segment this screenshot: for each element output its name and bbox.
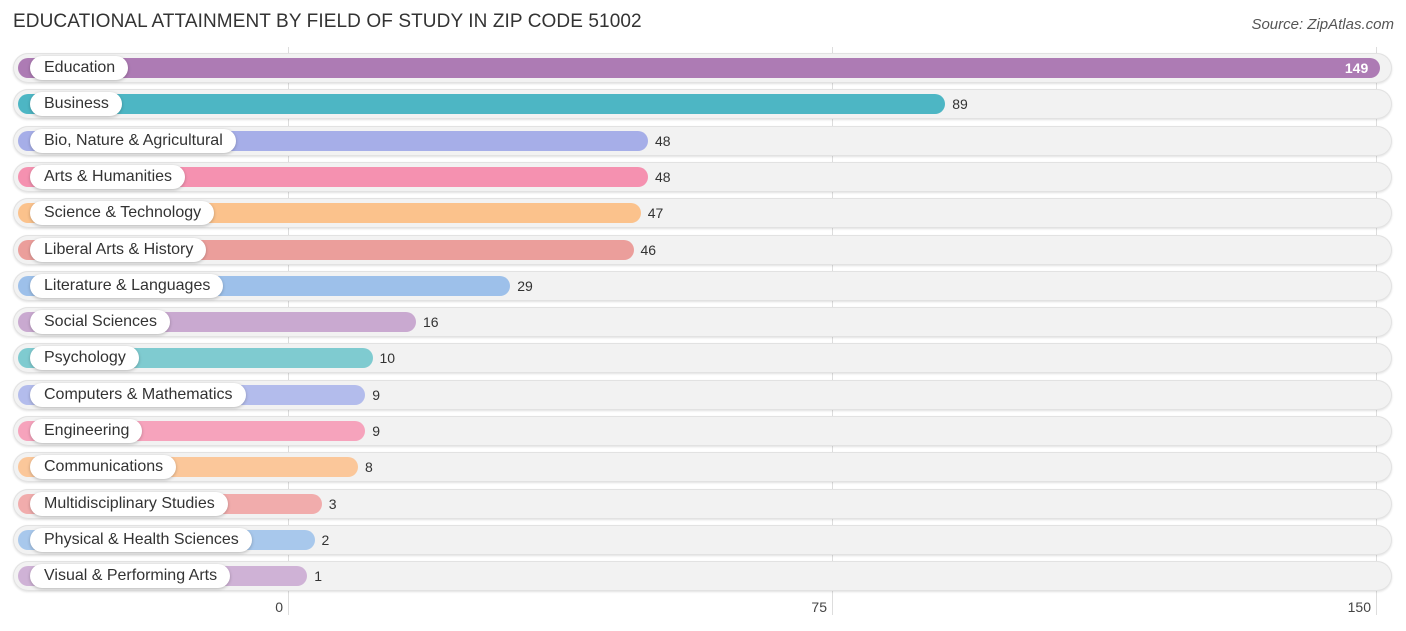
category-label: Psychology xyxy=(30,346,139,371)
category-label: Business xyxy=(30,92,122,117)
value-label: 89 xyxy=(952,96,968,113)
value-label: 47 xyxy=(647,205,664,222)
category-label: Communications xyxy=(30,455,177,480)
category-label: Literature & Languages xyxy=(30,273,224,298)
x-tick-label: 0 xyxy=(275,599,283,615)
x-tick-label: 150 xyxy=(1347,599,1371,615)
x-tick-label: 75 xyxy=(811,599,827,615)
value-label: 2 xyxy=(321,531,330,548)
category-label: Liberal Arts & History xyxy=(30,237,207,262)
bar xyxy=(18,94,946,115)
chart-title: EDUCATIONAL ATTAINMENT BY FIELD OF STUDY… xyxy=(13,11,642,32)
chart-root: EDUCATIONAL ATTAINMENT BY FIELD OF STUDY… xyxy=(0,0,1406,631)
value-label: 10 xyxy=(379,350,396,367)
category-label: Physical & Health Sciences xyxy=(30,527,252,552)
category-label: Arts & Humanities xyxy=(30,164,186,189)
value-label: 9 xyxy=(372,423,381,439)
value-label: 16 xyxy=(423,314,439,331)
value-label: 3 xyxy=(328,495,337,512)
bar xyxy=(18,58,1381,78)
value-label: 29 xyxy=(517,277,533,294)
category-label: Education xyxy=(30,56,129,80)
category-label: Bio, Nature & Agricultural xyxy=(30,128,236,153)
category-label: Computers & Mathematics xyxy=(30,382,246,407)
category-label: Visual & Performing Arts xyxy=(30,564,231,589)
value-label: 48 xyxy=(655,168,671,185)
value-label: 46 xyxy=(640,241,657,258)
category-label: Engineering xyxy=(30,419,143,443)
chart-source: Source: ZipAtlas.com xyxy=(1251,16,1394,33)
value-label: 8 xyxy=(365,459,373,476)
value-label: 9 xyxy=(372,386,381,403)
category-label: Social Sciences xyxy=(30,310,170,335)
category-label: Science & Technology xyxy=(30,201,215,226)
value-label: 1 xyxy=(314,568,323,585)
value-label: 149 xyxy=(1344,60,1369,76)
value-label: 48 xyxy=(655,132,671,149)
category-label: Multidisciplinary Studies xyxy=(30,491,228,516)
